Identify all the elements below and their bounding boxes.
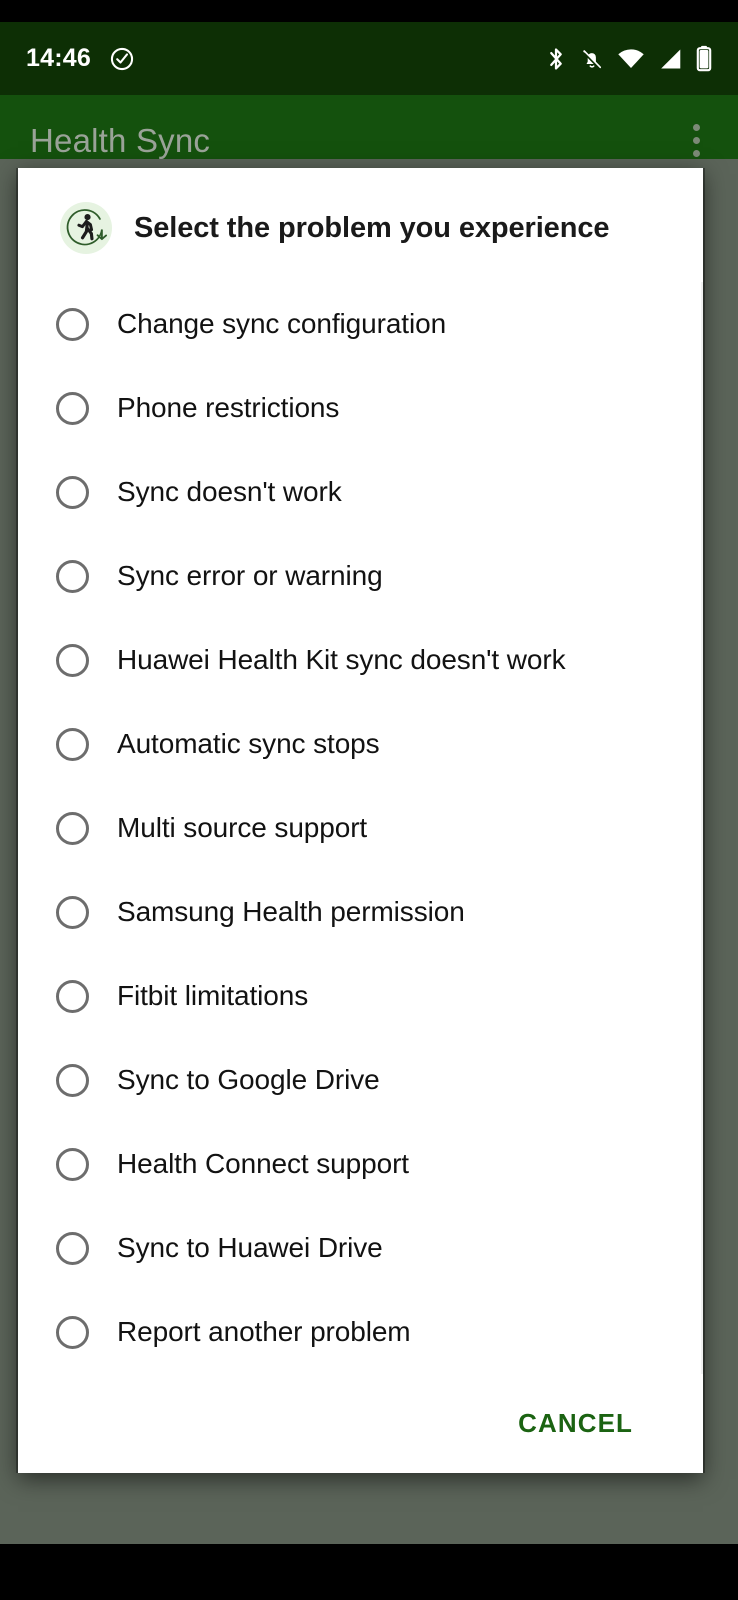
option-row[interactable]: Samsung Health permission: [18, 870, 703, 954]
cellular-signal-icon: [658, 46, 683, 72]
walking-sync-icon: [60, 202, 112, 254]
option-label: Report another problem: [117, 1316, 411, 1347]
option-label: Huawei Health Kit sync doesn't work: [117, 644, 566, 675]
option-row[interactable]: Sync to Google Drive: [18, 1038, 703, 1122]
option-label: Sync to Google Drive: [117, 1064, 380, 1095]
top-bezel: [0, 0, 738, 22]
radio-button[interactable]: [56, 811, 89, 845]
option-row[interactable]: Phone restrictions: [18, 366, 703, 450]
option-row[interactable]: Sync to Huawei Drive: [18, 1206, 703, 1290]
option-label: Automatic sync stops: [117, 728, 380, 759]
cancel-button[interactable]: CANCEL: [514, 1400, 637, 1447]
option-label: Sync to Huawei Drive: [117, 1232, 383, 1263]
option-label: Change sync configuration: [117, 308, 447, 339]
status-bar: 14:46: [0, 22, 738, 95]
radio-button[interactable]: [56, 1063, 89, 1097]
option-row[interactable]: Health Connect support: [18, 1122, 703, 1206]
problem-options-list[interactable]: Change sync configuration Phone restricti…: [18, 282, 703, 1374]
select-problem-dialog: Select the problem you experience Change…: [18, 168, 703, 1473]
status-bar-left: 14:46: [26, 46, 135, 72]
bottom-bezel: [0, 1544, 738, 1600]
dialog-header: Select the problem you experience: [18, 168, 703, 254]
list-scrollbar[interactable]: [701, 282, 703, 1374]
radio-button[interactable]: [56, 895, 89, 929]
bluetooth-icon: [545, 46, 567, 72]
option-row[interactable]: Report another problem: [18, 1290, 703, 1374]
dialog-title: Select the problem you experience: [134, 211, 610, 244]
option-row[interactable]: Sync doesn't work: [18, 450, 703, 534]
radio-button[interactable]: [56, 307, 89, 341]
status-clock: 14:46: [26, 44, 91, 72]
option-row[interactable]: Huawei Health Kit sync doesn't work: [18, 618, 703, 702]
wifi-icon: [617, 46, 645, 72]
battery-icon: [696, 45, 712, 72]
radio-button[interactable]: [56, 1231, 89, 1265]
radio-button[interactable]: [56, 391, 89, 425]
phone-screen: 14:46 Health Sync Select the problem you…: [0, 0, 738, 1600]
option-row[interactable]: Sync error or warning: [18, 534, 703, 618]
option-label: Sync error or warning: [117, 560, 383, 591]
option-row[interactable]: Fitbit limitations: [18, 954, 703, 1038]
radio-button[interactable]: [56, 1315, 89, 1349]
radio-button[interactable]: [56, 727, 89, 761]
option-label: Fitbit limitations: [117, 980, 309, 1011]
option-label: Sync doesn't work: [117, 476, 342, 507]
dialog-footer: CANCEL: [18, 1374, 703, 1447]
radio-button[interactable]: [56, 979, 89, 1013]
radio-button[interactable]: [56, 559, 89, 593]
option-label: Samsung Health permission: [117, 896, 465, 927]
radio-button[interactable]: [56, 1147, 89, 1181]
option-label: Health Connect support: [117, 1148, 409, 1179]
radio-button[interactable]: [56, 643, 89, 677]
status-bar-right: [545, 45, 712, 72]
option-row[interactable]: Change sync configuration: [18, 282, 703, 366]
page-title: Health Sync: [30, 121, 211, 159]
radio-button[interactable]: [56, 475, 89, 509]
option-label: Multi source support: [117, 812, 368, 843]
check-circle-icon: [109, 46, 135, 72]
notifications-muted-icon: [580, 46, 604, 72]
option-row[interactable]: Automatic sync stops: [18, 702, 703, 786]
option-label: Phone restrictions: [117, 392, 340, 423]
option-row[interactable]: Multi source support: [18, 786, 703, 870]
